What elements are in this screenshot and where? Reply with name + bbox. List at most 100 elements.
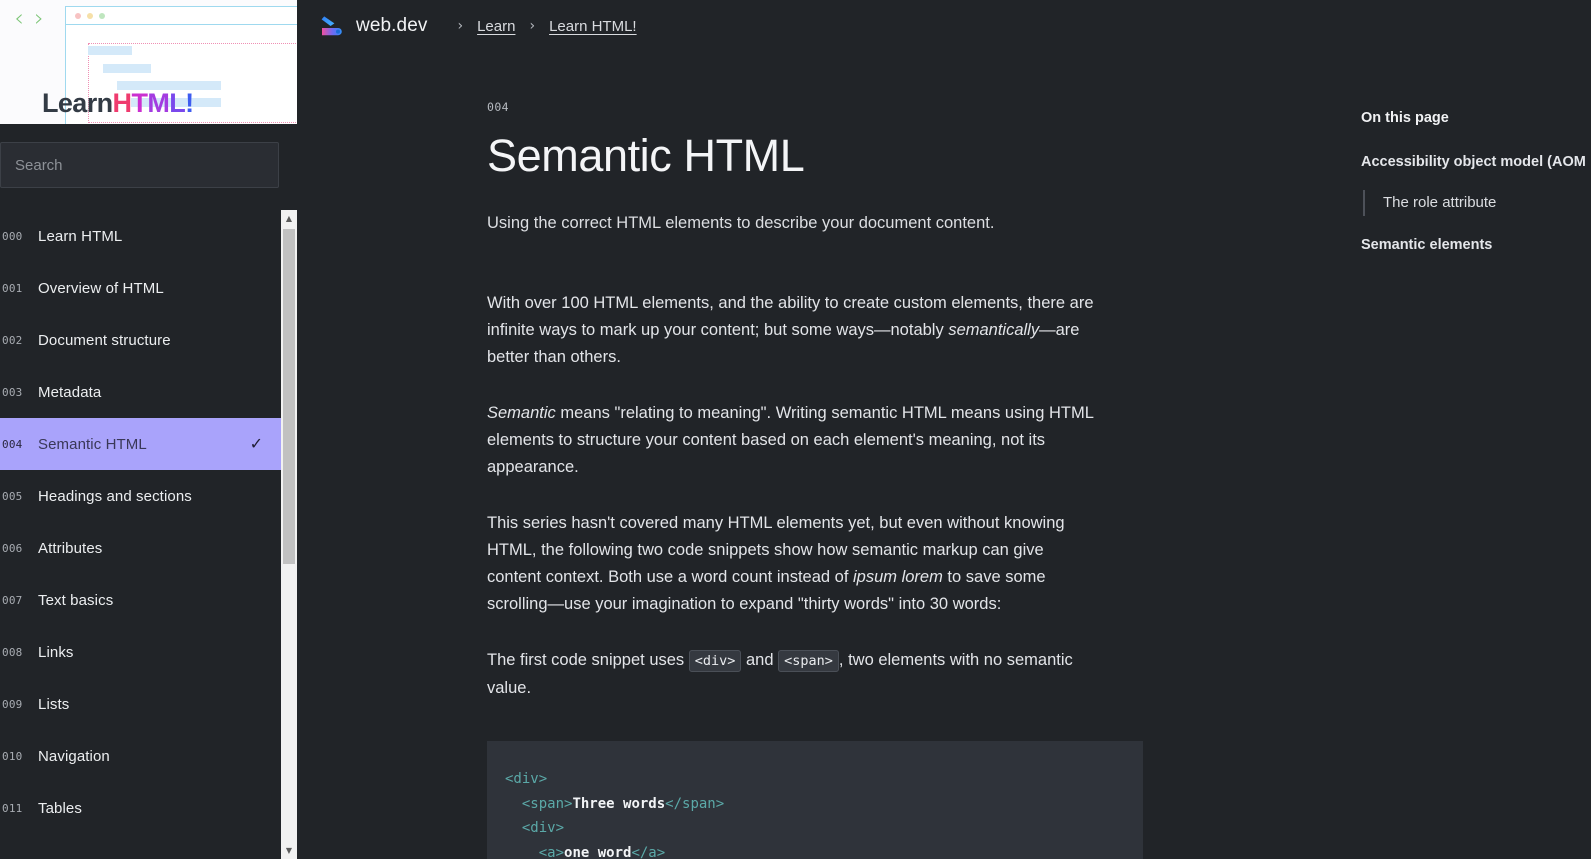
breadcrumb: web.dev › Learn › Learn HTML! (321, 11, 637, 41)
code-text: Three words (572, 795, 666, 812)
sidebar-item-label: Learn HTML (38, 227, 123, 245)
sidebar-item-label: Document structure (38, 331, 171, 349)
learn-html-wordmark: LearnHTML! (42, 88, 194, 118)
scroll-down-arrow-icon[interactable]: ▼ (281, 842, 297, 859)
left-sidebar: ‹ › LearnHTML! 000 Learn HTML 001 Overview … (0, 0, 297, 859)
sidebar-item-number: 011 (2, 801, 23, 815)
sidebar-item-overview-of-html[interactable]: 001 Overview of HTML (0, 262, 281, 314)
sidebar-item-number: 002 (2, 333, 23, 347)
brand-link[interactable]: web.dev (321, 15, 427, 37)
p1-emphasis: semantically (948, 321, 1040, 339)
article-lede: Using the correct HTML elements to descr… (487, 214, 995, 232)
sidebar-item-label: Navigation (38, 747, 110, 765)
sidebar-item-label: Overview of HTML (38, 279, 164, 297)
toc-link-accessibility-object-model-aom[interactable]: Accessibility object model (AOM (1361, 154, 1591, 170)
paragraph-1: With over 100 HTML elements, and the abi… (487, 290, 1101, 371)
breadcrumb-link-learn-html[interactable]: Learn HTML! (549, 18, 637, 35)
inline-code-div: <div> (688, 650, 742, 672)
sidebar-item-number: 007 (2, 593, 23, 607)
inline-code-span: <span> (778, 650, 839, 672)
wordmark-m: M (147, 88, 170, 118)
code-tag: <span> (521, 795, 573, 812)
sidebar-item-label: Attributes (38, 539, 103, 557)
breadcrumb-separator-icon: › (529, 18, 536, 34)
sidebar-item-number: 004 (2, 437, 23, 451)
sidebar-item-navigation[interactable]: 010 Navigation (0, 730, 281, 782)
code-line: <div> (505, 816, 1143, 841)
toc-link-semantic-elements[interactable]: Semantic elements (1361, 237, 1591, 253)
code-block: <div> <span>Three words</span> <div> <a>… (487, 741, 1143, 859)
wordmark-learn: Learn (42, 88, 113, 118)
wordmark-t: T (131, 88, 148, 118)
sidebar-item-number: 000 (2, 229, 23, 243)
sidebar-item-document-structure[interactable]: 002 Document structure (0, 314, 281, 366)
on-this-page-nav: On this page Accessibility object model … (1361, 110, 1591, 277)
sidebar-scrollbar[interactable]: ▲ ▼ (281, 210, 297, 859)
brand-name: web.dev (356, 15, 428, 36)
sidebar-item-metadata[interactable]: 003 Metadata (0, 366, 281, 418)
sidebar-item-label: Lists (38, 695, 70, 713)
main-content: web.dev › Learn › Learn HTML! 004 Semant… (297, 0, 1591, 859)
sidebar-item-label: Tables (38, 799, 82, 817)
hero-illustration: ‹ › LearnHTML! (0, 0, 297, 124)
sidebar-nav-scroll[interactable]: 000 Learn HTML 001 Overview of HTML 002 Docum… (0, 210, 297, 859)
wordmark-bang: ! (185, 88, 194, 118)
window-dot-red (75, 13, 81, 19)
p3-emphasis: ipsum lorem (852, 568, 943, 586)
check-icon: ✓ (249, 436, 263, 453)
sidebar-item-links[interactable]: 008 Links (0, 626, 281, 678)
breadcrumb-link-learn[interactable]: Learn (477, 18, 515, 35)
sidebar-item-number: 005 (2, 489, 23, 503)
on-this-page-list: Accessibility object model (AOM The role … (1361, 154, 1591, 253)
search-input[interactable] (0, 142, 279, 188)
code-tag: <div> (505, 771, 548, 787)
p2-text: means "relating to meaning". Writing sem… (487, 404, 1094, 476)
sidebar-item-label: Headings and sections (38, 487, 192, 505)
paragraph-4: The first code snippet uses <div> and <s… (487, 647, 1101, 702)
mockup-text-bar (88, 46, 132, 55)
page-root: ‹ › LearnHTML! 000 Learn HTML 001 Overview … (0, 0, 1591, 859)
breadcrumb-separator-icon: › (457, 18, 464, 34)
sidebar-item-learn-html[interactable]: 000 Learn HTML (0, 210, 281, 262)
code-line: <span>Three words</span> (505, 792, 1143, 817)
sidebar-item-text-basics[interactable]: 007 Text basics (0, 574, 281, 626)
mockup-text-bar (103, 64, 151, 73)
scroll-up-arrow-icon[interactable]: ▲ (281, 210, 297, 227)
sidebar-item-headings-and-sections[interactable]: 005 Headings and sections (0, 470, 281, 522)
sidebar-item-number: 008 (2, 645, 23, 659)
sidebar-item-lists[interactable]: 009 Lists (0, 678, 281, 730)
sidebar-item-tables[interactable]: 011 Tables (0, 782, 281, 834)
wordmark-l: L (169, 88, 186, 118)
p4-text-mid: and (741, 651, 779, 669)
code-tag: </span> (665, 795, 725, 812)
window-dot-yellow (87, 13, 93, 19)
sidebar-item-number: 006 (2, 541, 23, 555)
toc-link-the-role-attribute[interactable]: The role attribute (1361, 190, 1591, 216)
paragraph-2: Semantic means "relating to meaning". Wr… (487, 400, 1101, 481)
article-number: 004 (487, 100, 509, 114)
code-text: one word (564, 844, 632, 859)
browser-titlebar (66, 7, 297, 25)
p2-emphasis: Semantic (487, 404, 556, 422)
window-dot-green (99, 13, 105, 19)
sidebar-item-label: Metadata (38, 383, 102, 401)
code-line: <div> (505, 767, 1143, 792)
scrollbar-thumb[interactable] (283, 229, 295, 564)
chevron-left-icon[interactable]: ‹ (8, 4, 30, 32)
sidebar-item-number: 003 (2, 385, 23, 399)
sidebar-item-label: Semantic HTML (38, 435, 147, 453)
sidebar-item-attributes[interactable]: 006 Attributes (0, 522, 281, 574)
code-tag: <div> (521, 820, 565, 836)
paragraph-3: This series hasn't covered many HTML ele… (487, 510, 1101, 618)
chevron-right-icon[interactable]: › (28, 4, 50, 32)
code-line: <a>one word</a> (505, 841, 1143, 859)
on-this-page-title: On this page (1361, 110, 1449, 126)
sidebar-item-number: 009 (2, 697, 23, 711)
article: 004 Semantic HTML Using the correct HTML… (487, 100, 1147, 859)
sidebar-item-number: 010 (2, 749, 23, 763)
sidebar-item-number: 001 (2, 281, 23, 295)
code-tag: <a> (538, 844, 565, 859)
sidebar-item-semantic-html[interactable]: 004 Semantic HTML ✓ (0, 418, 281, 470)
